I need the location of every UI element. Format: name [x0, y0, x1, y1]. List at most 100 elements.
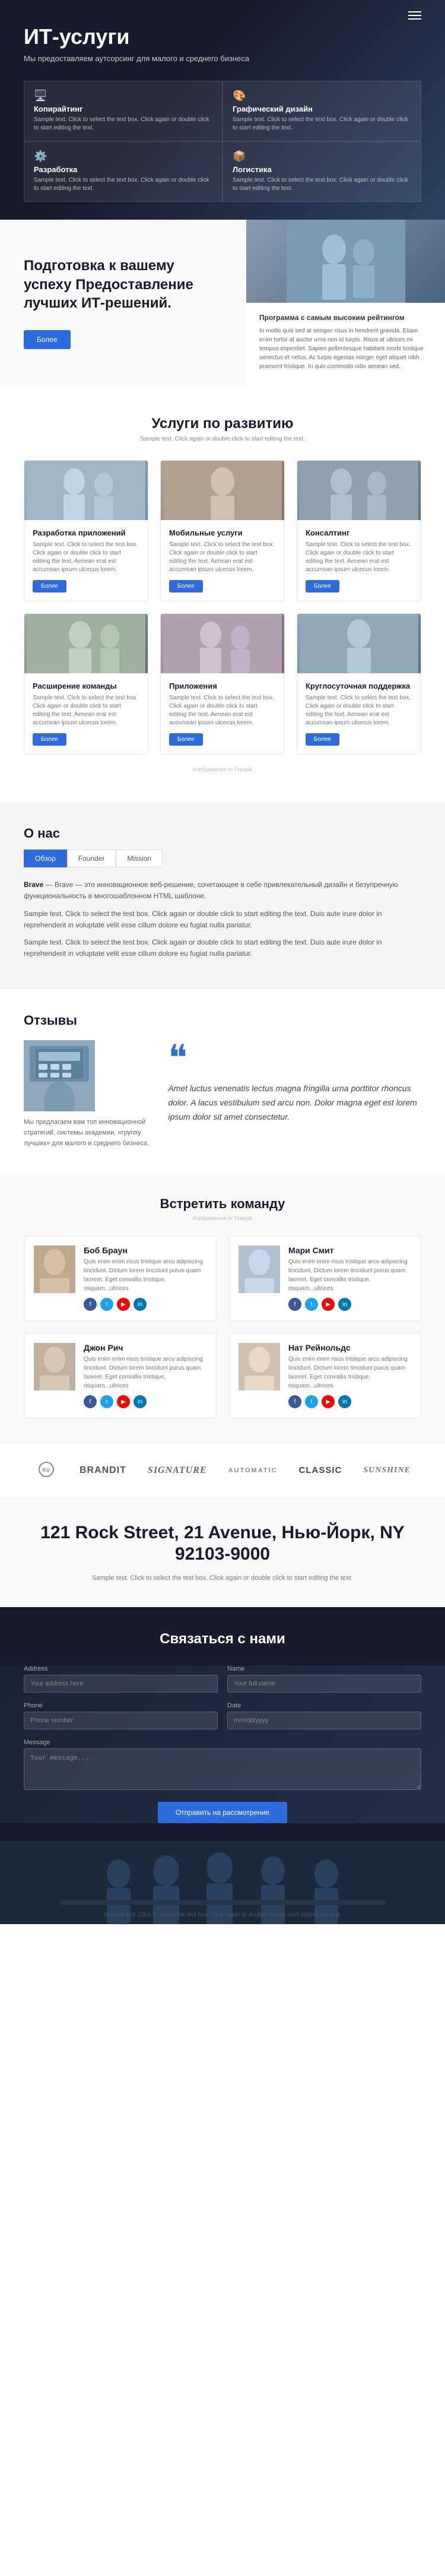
dev-card-4[interactable]: Приложения Sample text. Click to select …: [160, 613, 285, 755]
team-info-1: Мари Смит Quis enim enim risus tristique…: [288, 1246, 411, 1311]
social-youtube-2[interactable]: ▶: [117, 1395, 130, 1408]
dev-grid: Разработка приложений Sample text. Click…: [24, 460, 421, 755]
logo-classic[interactable]: CLASSIC: [299, 1465, 342, 1475]
social-twitter-3[interactable]: t: [305, 1395, 318, 1408]
dev-card-5[interactable]: Круглосуточная поддержка Sample text. Cl…: [297, 613, 421, 755]
team-socials-0: f t ▶ in: [84, 1298, 206, 1311]
prepare-photo-svg: [287, 220, 405, 303]
about-intro-text: Brave — это инновационное веб-решение, с…: [24, 880, 398, 900]
dev-card-desc-5: Sample text. Click to select the test bo…: [306, 694, 412, 727]
contact-bg-image: Sample text. Click to select the test bo…: [0, 1841, 445, 1924]
about-tabs: Обзор Founder Mission: [24, 850, 421, 867]
phone-input[interactable]: [24, 1712, 218, 1729]
dev-card-img-1: [161, 461, 284, 520]
dev-card-svg-2: [297, 461, 421, 520]
social-facebook-0[interactable]: f: [84, 1298, 97, 1311]
design-icon: 🎨: [233, 90, 411, 102]
message-label: Message: [24, 1739, 421, 1746]
form-group-message: Message: [24, 1739, 421, 1790]
dev-card-title-3: Расширение команды: [33, 682, 139, 690]
social-twitter-1[interactable]: t: [305, 1298, 318, 1311]
team-name-3: Нат Рейнольдс: [288, 1343, 411, 1352]
form-group-phone: Phone: [24, 1702, 218, 1729]
hamburger-menu[interactable]: [408, 9, 421, 22]
testimonials-layout: Мы предлагаем вам топ инновационной стра…: [24, 1040, 421, 1149]
logistics-icon: 📦: [233, 150, 411, 163]
dev-card-btn-2[interactable]: Более: [306, 580, 339, 592]
date-input[interactable]: [227, 1712, 421, 1729]
dev-card-img-5: [297, 614, 421, 673]
dev-card-btn-4[interactable]: Более: [169, 733, 203, 746]
social-linkedin-1[interactable]: in: [338, 1298, 351, 1311]
form-group-date: Date: [227, 1702, 421, 1729]
dev-heading: Услуги по развитию: [24, 416, 421, 432]
dev-card-btn-0[interactable]: Более: [33, 580, 66, 592]
social-facebook-1[interactable]: f: [288, 1298, 301, 1311]
service-logistics[interactable]: 📦 Логистика Sample text. Click to select…: [223, 141, 421, 202]
dev-subtitle: Sample text. Click again or double click…: [24, 436, 421, 442]
service-design[interactable]: 🎨 Графический дизайн Sample text. Click …: [223, 81, 421, 141]
dev-icon: ⚙️: [34, 150, 212, 163]
logo-sunshine[interactable]: Sunshine: [363, 1466, 411, 1475]
message-textarea[interactable]: [24, 1748, 421, 1790]
dev-card-title-2: Консалтинг: [306, 528, 412, 537]
form-group-name: Name: [227, 1665, 421, 1693]
team-desc-0: Quis enim enim risus tristique arcu adip…: [84, 1257, 206, 1293]
dev-card-3[interactable]: Расширение команды Sample text. Click to…: [24, 613, 148, 755]
prepare-button[interactable]: Более: [24, 330, 71, 349]
team-photo-1: [239, 1246, 280, 1293]
dev-card-btn-1[interactable]: Более: [169, 580, 203, 592]
about-heading: О нас: [24, 826, 421, 841]
dev-section: Услуги по развитию Sample text. Click ag…: [0, 386, 445, 802]
team-info-0: Боб Браун Quis enim enim risus tristique…: [84, 1246, 206, 1311]
team-desc-1: Quis enim enim risus tristique arcu adip…: [288, 1257, 411, 1293]
hero-title: ИТ-услуги: [24, 24, 421, 49]
prepare-right: Программа с самым высоким рейтингом In m…: [246, 220, 445, 386]
social-facebook-3[interactable]: f: [288, 1395, 301, 1408]
submit-button[interactable]: Отправить на рассмотрение: [158, 1802, 287, 1823]
logo-automatic[interactable]: AUTOMATIC: [228, 1467, 278, 1474]
tab-overview[interactable]: Обзор: [24, 850, 67, 867]
address-input[interactable]: [24, 1675, 218, 1693]
logo-signature[interactable]: Signature: [148, 1465, 207, 1476]
social-twitter-0[interactable]: t: [100, 1298, 113, 1311]
logo-ru[interactable]: RU: [34, 1460, 58, 1480]
team-name-2: Джон Рич: [84, 1343, 206, 1352]
dev-card-title-5: Круглосуточная поддержка: [306, 682, 412, 690]
social-facebook-2[interactable]: f: [84, 1395, 97, 1408]
service-copywriting[interactable]: 🖥️ Копирайтинг Sample text. Click to sel…: [24, 81, 223, 141]
social-linkedin-2[interactable]: in: [134, 1395, 147, 1408]
testimonials-section: Отзывы Мы п: [0, 989, 445, 1173]
team-photo-svg-2: [34, 1343, 75, 1390]
about-section: О нас Обзор Founder Mission Brave — Brav…: [0, 802, 445, 989]
dev-card-btn-3[interactable]: Более: [33, 733, 66, 746]
dev-desc: Sample text. Click to select the text bo…: [34, 176, 212, 193]
tab-founder[interactable]: Founder: [67, 850, 116, 867]
quote-icon: ❝: [168, 1040, 421, 1076]
dev-card-0[interactable]: Разработка приложений Sample text. Click…: [24, 460, 148, 601]
about-body2: Sample text. Click to select the test bo…: [24, 937, 421, 959]
design-title: Графический дизайн: [233, 104, 411, 113]
social-linkedin-0[interactable]: in: [134, 1298, 147, 1311]
dev-card-btn-5[interactable]: Более: [306, 733, 339, 746]
social-youtube-1[interactable]: ▶: [322, 1298, 335, 1311]
dev-card-1[interactable]: Мобильные услуги Sample text. Click to s…: [160, 460, 285, 601]
team-name-1: Мари Смит: [288, 1246, 411, 1255]
social-youtube-0[interactable]: ▶: [117, 1298, 130, 1311]
contact-heading: Связаться с нами: [24, 1631, 421, 1647]
tab-mission[interactable]: Mission: [116, 850, 163, 867]
dev-card-2[interactable]: Консалтинг Sample text. Click to select …: [297, 460, 421, 601]
social-youtube-3[interactable]: ▶: [322, 1395, 335, 1408]
service-dev[interactable]: ⚙️ Разработка Sample text. Click to sele…: [24, 141, 223, 202]
about-body: Sample text. Click to select the test bo…: [24, 908, 421, 931]
copywriting-desc: Sample text. Click to select the text bo…: [34, 116, 212, 132]
contact-section: Связаться с нами Address Name Phone Date…: [0, 1607, 445, 1924]
prepare-body: In mollis quis sed at semper risus in he…: [259, 327, 432, 371]
contact-footer-text: Sample text. Click to select the test bo…: [104, 1912, 341, 1918]
social-linkedin-3[interactable]: in: [338, 1395, 351, 1408]
social-twitter-2[interactable]: t: [100, 1395, 113, 1408]
dev-title: Разработка: [34, 165, 212, 174]
name-input[interactable]: [227, 1675, 421, 1693]
logo-brandit[interactable]: BRANDIT: [80, 1465, 126, 1476]
testimonial-photo-svg: [24, 1040, 95, 1111]
